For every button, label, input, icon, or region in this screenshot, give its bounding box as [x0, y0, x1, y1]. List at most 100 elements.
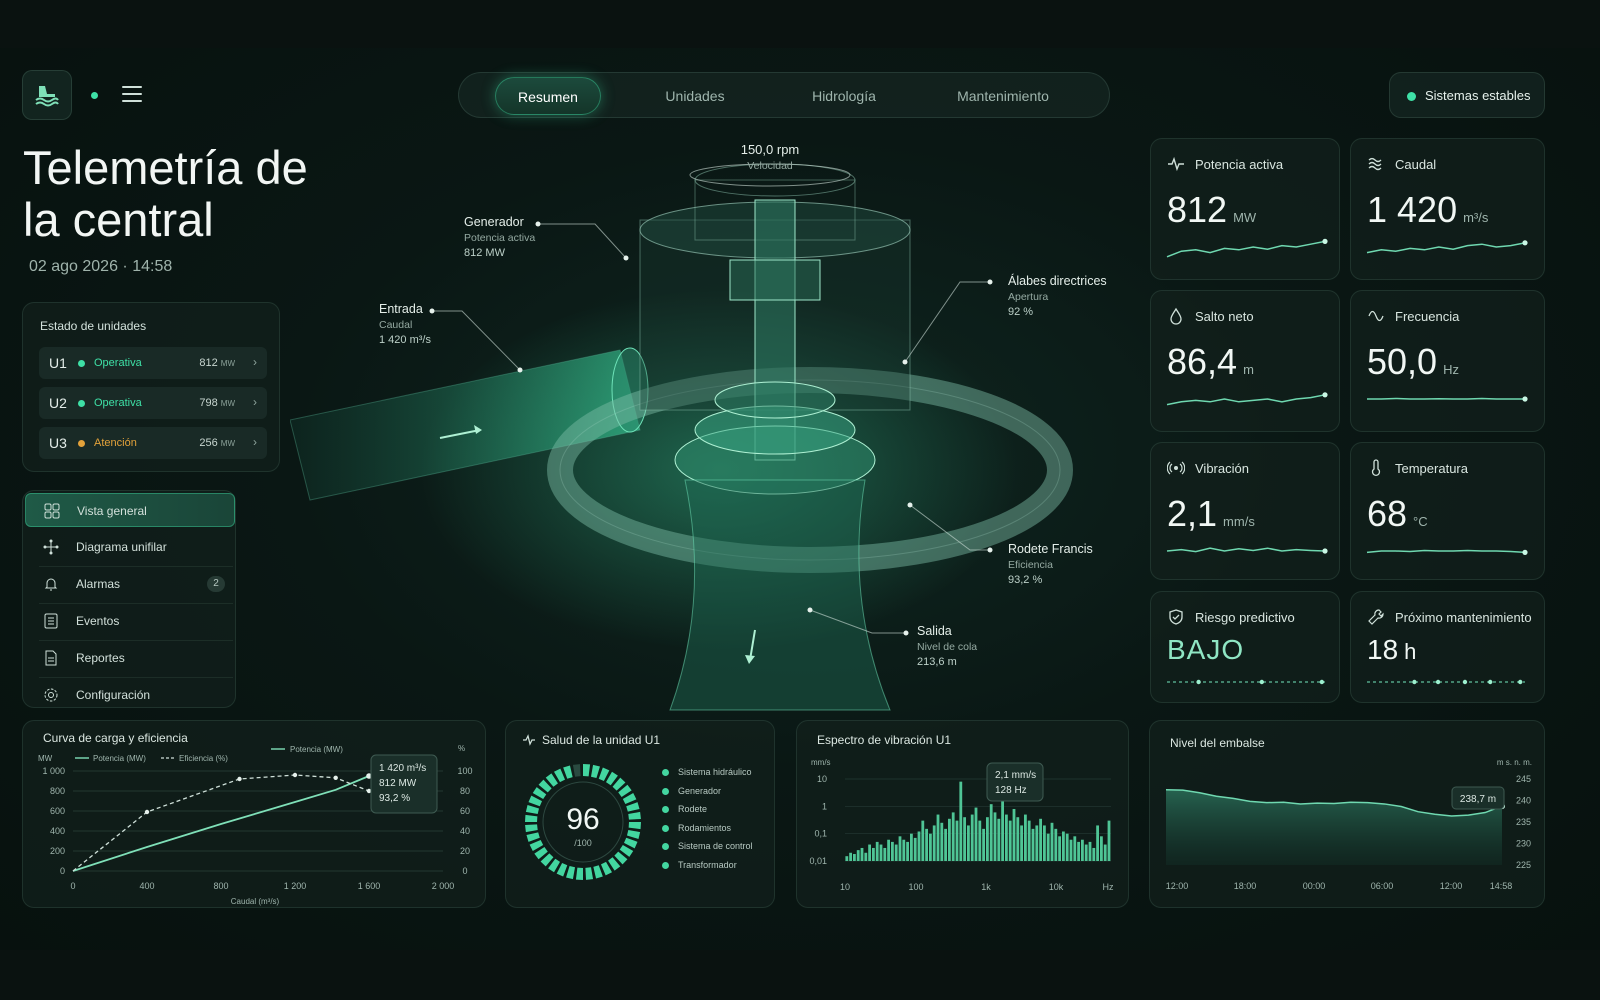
callout-generator[interactable]: Generador Potencia activa 812 MW — [464, 215, 535, 259]
bell-icon — [44, 578, 58, 591]
tab-mantenimiento[interactable]: Mantenimiento — [941, 77, 1065, 115]
spectrum-tooltip: 2,1 mm/s 128 Hz — [986, 762, 1044, 802]
unit-power: 798 MW — [199, 397, 235, 409]
metric-card-shield[interactable]: Riesgo predictivo BAJO — [1150, 591, 1340, 703]
health-item: Sistema de control — [662, 841, 753, 851]
metric-card-thermometer[interactable]: Temperatura 68 °C — [1350, 442, 1545, 580]
metric-card-sine[interactable]: Frecuencia 50,0 Hz — [1350, 290, 1545, 432]
health-item: Transformador — [662, 860, 737, 870]
sine-icon — [1368, 310, 1384, 322]
y-tick-label: 235 — [1516, 817, 1531, 827]
metric-card-vibration[interactable]: Vibración 2,1 mm/s — [1150, 442, 1340, 580]
reservoir-chart[interactable]: m s. n. m. 245 240 235 230 225 12:00 18:00 00:00… — [1150, 721, 1546, 909]
unit-id: U3 — [49, 435, 67, 451]
metric-value: 86,4 m — [1167, 341, 1254, 382]
unit-row-u2[interactable]: U2 Operativa 798 MW › — [39, 387, 267, 419]
spectrum-bar — [917, 831, 921, 861]
unit-status: Operativa — [94, 397, 142, 409]
y-tick-label: 10 — [817, 774, 827, 784]
vibration-spectrum-panel: Espectro de vibración U1 mm/s 10 1 0,1 0,01 1… — [796, 720, 1129, 908]
unit-status-dot — [78, 400, 85, 407]
callout-guide-vanes[interactable]: Álabes directrices Apertura 92 % — [1008, 274, 1107, 318]
spectrum-bar — [1043, 825, 1046, 861]
x-tick-label: 10k — [1049, 882, 1064, 892]
spectrum-bar — [1073, 836, 1077, 861]
hamburger-menu-icon[interactable] — [122, 86, 142, 102]
y2-tick-label: 100 — [457, 766, 472, 776]
efficiency-point — [237, 776, 242, 782]
sidebar-item-bell[interactable]: Alarmas 2 — [25, 567, 235, 601]
y-tick-label: 0,01 — [809, 856, 827, 866]
health-ok-dot — [662, 861, 669, 869]
spectrum-bar — [1031, 828, 1035, 861]
system-status-badge[interactable]: Sistemas estables — [1389, 72, 1545, 118]
health-item: Sistema hidráulico — [662, 767, 752, 777]
spectrum-bar — [849, 852, 852, 861]
y-tick-label: 0,1 — [814, 829, 827, 839]
metric-title: Próximo mantenimiento — [1395, 610, 1532, 625]
spectrum-bar — [970, 814, 974, 861]
health-segment — [525, 805, 540, 815]
y2-tick-label: 40 — [460, 826, 470, 836]
metric-title: Caudal — [1395, 157, 1437, 172]
tooltip-line: 2,1 mm/s — [995, 770, 1036, 781]
sidebar-item-label: Diagrama unifilar — [76, 540, 167, 554]
sidebar-item-document[interactable]: Reportes — [25, 641, 235, 675]
spectrum-bar — [1088, 841, 1092, 861]
metric-sparkline — [1166, 392, 1328, 406]
spectrum-bar — [1100, 836, 1103, 861]
metric-card-waves[interactable]: Caudal 1 420 m³/s — [1350, 138, 1545, 280]
unit-row-u1[interactable]: U1 Operativa 812 MW › — [39, 347, 267, 379]
unit-health-panel: Salud de la unidad U1 96 /100 Sistema hi… — [505, 720, 775, 908]
chevron-right-icon: › — [253, 435, 257, 449]
metric-value: 18 h — [1367, 634, 1417, 665]
speed-readout: 150,0 rpm Velocidad — [738, 142, 802, 172]
spectrum-chart[interactable]: mm/s 10 1 0,1 0,01 10 100 1k 10k Hz 2,1 mm/s 128 Hz — [797, 721, 1130, 909]
tab-resumen[interactable]: Resumen — [495, 77, 601, 115]
unit-status: Operativa — [94, 357, 142, 369]
spectrum-bar — [921, 820, 925, 861]
spectrum-bar — [879, 844, 883, 861]
page-datetime: 02 ago 2026 · 14:58 — [29, 258, 173, 275]
sidebar-item-network[interactable]: Diagrama unifilar — [25, 530, 235, 564]
metric-sparkline — [1167, 679, 1325, 685]
unit-status: Atención — [94, 437, 137, 449]
health-segment — [623, 837, 638, 849]
sidebar-item-list[interactable]: Eventos — [25, 604, 235, 638]
spectrum-bar — [902, 839, 906, 861]
metric-value: 68 °C — [1367, 493, 1428, 534]
metric-card-wrench[interactable]: Próximo mantenimiento 18 h — [1350, 591, 1545, 703]
y2-tick-label: 20 — [460, 846, 470, 856]
metric-value: 1 420 m³/s — [1367, 189, 1489, 230]
spectrum-bar — [887, 839, 890, 861]
sidebar-item-gear[interactable]: Configuración — [25, 678, 235, 712]
tab-hidrologia[interactable]: Hidrología — [789, 77, 899, 115]
callout-outlet[interactable]: Salida Nivel de cola 213,6 m — [917, 624, 977, 668]
spectrum-bar — [1077, 841, 1080, 861]
callout-runner[interactable]: Rodete Francis Eficiencia 93,2 % — [1008, 542, 1093, 586]
spectrum-bar — [963, 817, 966, 861]
spectrum-bar — [1001, 797, 1004, 861]
side-menu: Vista general Diagrama unifilar Alarmas 2 Ev… — [22, 490, 236, 708]
y-axis-label: MW — [38, 754, 53, 763]
metric-title: Potencia activa — [1195, 157, 1284, 172]
health-segment — [525, 824, 538, 833]
health-segment — [525, 814, 538, 822]
metric-card-pulse[interactable]: Potencia activa 812 MW — [1150, 138, 1340, 280]
system-status-text: Sistemas estables — [1425, 88, 1531, 103]
y-tick-label: 1 000 — [42, 766, 65, 776]
spectrum-bar — [845, 856, 849, 861]
spectrum-bar — [853, 854, 856, 861]
metric-title: Frecuencia — [1395, 309, 1460, 324]
unit-row-u3[interactable]: U3 Atención 256 MW › — [39, 427, 267, 459]
tab-unidades[interactable]: Unidades — [643, 77, 747, 115]
spectrum-bar — [1046, 833, 1050, 861]
load-curve-chart[interactable]: 0 0200 20400 40600 60800 801 000 1000 400 800 1 2… — [23, 721, 487, 909]
sidebar-item-grid[interactable]: Vista general — [25, 493, 235, 527]
spectrum-bar — [1027, 820, 1031, 861]
spectrum-bar — [989, 804, 993, 861]
logo[interactable] — [22, 70, 72, 120]
callout-inlet[interactable]: Entrada Caudal 1 420 m³/s — [379, 302, 431, 346]
health-segment — [626, 802, 640, 812]
metric-card-droplet[interactable]: Salto neto 86,4 m — [1150, 290, 1340, 432]
